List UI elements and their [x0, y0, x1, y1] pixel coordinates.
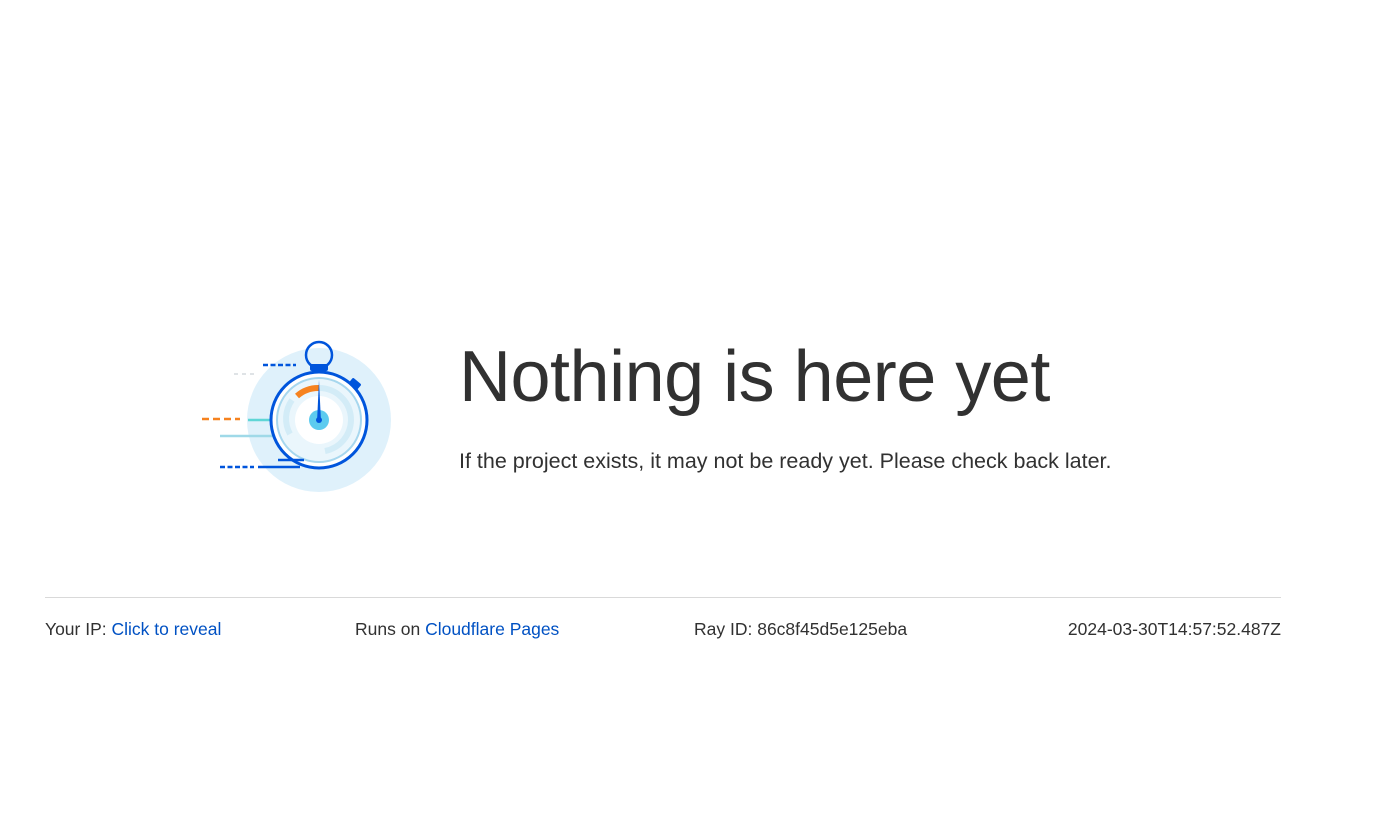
footer: Your IP: Click to reveal Runs on Cloudfl… [45, 597, 1281, 644]
cloudflare-pages-link[interactable]: Cloudflare Pages [425, 619, 559, 639]
reveal-ip-link[interactable]: Click to reveal [112, 619, 222, 639]
ray-id: Ray ID: 86c8f45d5e125eba [694, 619, 908, 639]
ip-label: Your IP: [45, 619, 107, 639]
hero-section: Nothing is here yet If the project exist… [200, 336, 1200, 496]
runs-on-label: Runs on [355, 619, 421, 639]
page-title: Nothing is here yet [459, 337, 1050, 417]
stopwatch-icon [202, 340, 391, 492]
timestamp: 2024-03-30T14:57:52.487Z [1067, 619, 1281, 639]
error-page: Nothing is here yet If the project exist… [0, 0, 1400, 816]
status-message: If the project exists, it may not be rea… [459, 449, 1112, 473]
runs-on-info: Runs on Cloudflare Pages [355, 618, 559, 640]
ip-info: Your IP: Click to reveal [45, 618, 221, 640]
